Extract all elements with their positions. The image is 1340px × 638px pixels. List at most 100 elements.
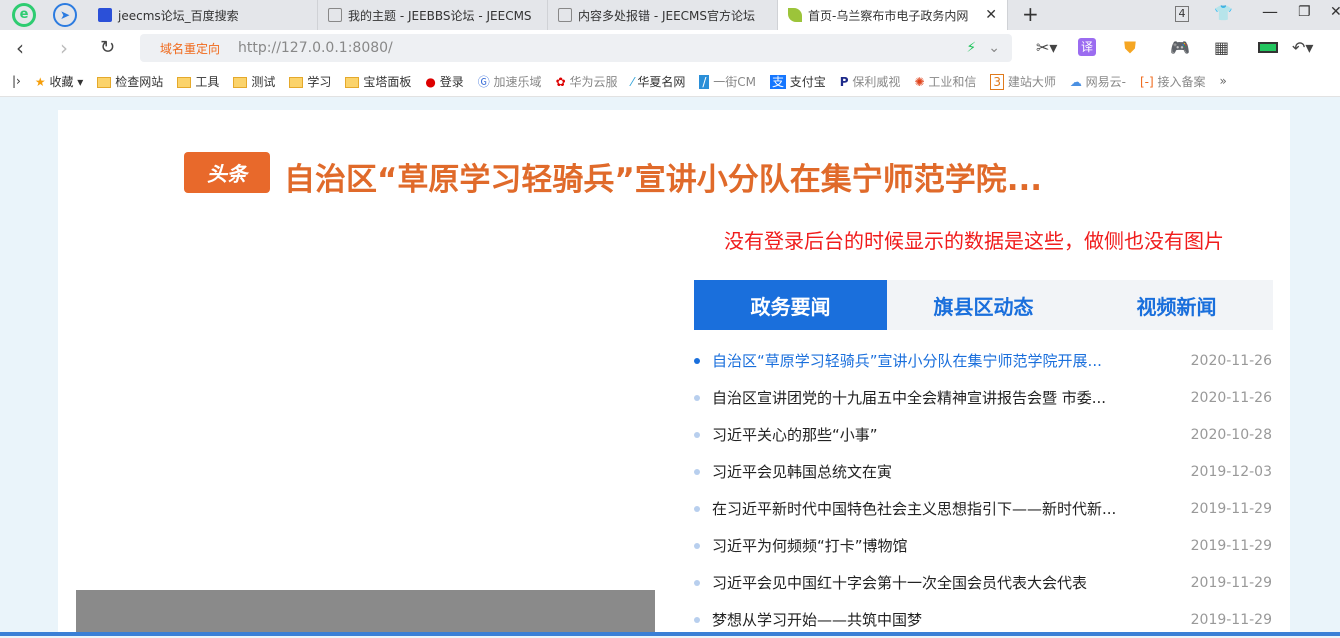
list-item[interactable]: 在习近平新时代中国特色社会主义思想指引下——新时代新... 2019-11-29 bbox=[694, 490, 1274, 527]
bookmark-item[interactable]: 支 支付宝 bbox=[769, 73, 826, 90]
bookmark-item[interactable]: ● 登录 bbox=[425, 73, 463, 90]
news-title[interactable]: 习近平会见韩国总统文在寅 bbox=[712, 461, 1152, 482]
news-date: 2020-11-26 bbox=[1190, 389, 1272, 406]
folder-icon bbox=[345, 76, 360, 88]
bookmark-item[interactable]: 宝塔面板 bbox=[345, 73, 411, 90]
news-title[interactable]: 自治区“草原学习轻骑兵”宣讲小分队在集宁师范学院开展... bbox=[712, 350, 1152, 371]
bookmark-label: 收藏 bbox=[49, 74, 74, 89]
bookmark-item[interactable]: ☁ 网易云- bbox=[1070, 73, 1126, 90]
site-icon: [-] bbox=[1140, 74, 1154, 89]
bookmark-item[interactable]: / 一街CM bbox=[699, 73, 756, 90]
huawei-icon: ✿ bbox=[555, 74, 566, 89]
folder-icon bbox=[289, 76, 304, 88]
bookmark-item[interactable]: 学习 bbox=[289, 73, 331, 90]
list-item[interactable]: 习近平会见韩国总统文在寅 2019-12-03 bbox=[694, 453, 1274, 490]
news-date: 2019-11-29 bbox=[1190, 611, 1272, 628]
list-item[interactable]: 习近平会见中国红十字会第十一次全国会员代表大会代表 2019-11-29 bbox=[694, 564, 1274, 601]
bookmark-favorites[interactable]: ★ 收藏 ▾ bbox=[35, 73, 83, 90]
url-text[interactable]: http://127.0.0.1:8080/ bbox=[238, 40, 393, 56]
minimize-button[interactable]: — bbox=[1262, 2, 1278, 21]
apps-grid-icon[interactable]: ▦ bbox=[1214, 38, 1229, 57]
bookmark-label: 网易云- bbox=[1085, 74, 1126, 89]
news-title[interactable]: 自治区宣讲团党的十九届五中全会精神宣讲报告会暨 市委... bbox=[712, 387, 1152, 408]
list-item[interactable]: 自治区“草原学习轻骑兵”宣讲小分队在集宁师范学院开展... 2020-11-26 bbox=[694, 342, 1274, 379]
lightning-icon[interactable]: ⚡ bbox=[966, 40, 976, 56]
news-date: 2020-11-26 bbox=[1190, 352, 1272, 369]
news-date: 2019-11-29 bbox=[1190, 574, 1272, 591]
scissors-icon[interactable]: ✂▾ bbox=[1036, 38, 1057, 57]
battery-icon[interactable] bbox=[1258, 42, 1278, 53]
redirect-label: 域名重定向 bbox=[160, 41, 221, 56]
browser-tab-bar: e ➤ jeecms论坛_百度搜索 我的主题 - JEEBBS论坛 - JEEC… bbox=[0, 0, 1340, 30]
restore-button[interactable]: ❐ bbox=[1298, 4, 1311, 20]
list-item[interactable]: 自治区宣讲团党的十九届五中全会精神宣讲报告会暨 市委... 2020-11-26 bbox=[694, 379, 1274, 416]
shield-icon[interactable]: ⛊ bbox=[1124, 38, 1136, 58]
news-title[interactable]: 习近平为何频频“打卡”博物馆 bbox=[712, 535, 1152, 556]
tab-count[interactable]: 4 bbox=[1175, 6, 1189, 22]
bookmark-item[interactable]: Ⓖ 加速乐域 bbox=[478, 73, 542, 90]
bookmark-item[interactable]: ⁄ 华夏名网 bbox=[631, 73, 685, 90]
bookmark-label: 学习 bbox=[307, 74, 332, 89]
bullet-icon bbox=[694, 542, 700, 549]
news-title[interactable]: 梦想从学习开始——共筑中国梦 bbox=[712, 609, 1152, 630]
news-title[interactable]: 习近平关心的那些“小事” bbox=[712, 424, 1152, 445]
sidebar-toggle-icon[interactable]: |› bbox=[12, 74, 21, 88]
close-button[interactable]: ✕ bbox=[1330, 4, 1340, 20]
news-tabs: 政务要闻 旗县区动态 视频新闻 bbox=[694, 280, 1273, 330]
bullet-icon bbox=[694, 357, 700, 364]
bookmark-label: 加速乐域 bbox=[493, 74, 542, 89]
bookmark-item[interactable]: 工具 bbox=[177, 73, 219, 90]
news-title[interactable]: 在习近平新时代中国特色社会主义思想指引下——新时代新... bbox=[712, 498, 1152, 519]
tab-active[interactable]: 首页-乌兰察布市电子政务内网 ✕ bbox=[778, 0, 1008, 30]
tab-video-news[interactable]: 视频新闻 bbox=[1080, 280, 1273, 330]
leaf-icon bbox=[788, 8, 802, 22]
navigate-icon[interactable]: ➤ bbox=[53, 3, 77, 27]
close-tab-icon[interactable]: ✕ bbox=[985, 7, 997, 23]
bookmark-item[interactable]: 测试 bbox=[233, 73, 275, 90]
chevron-down-icon[interactable]: ⌄ bbox=[988, 40, 1000, 56]
list-item[interactable]: 习近平为何频频“打卡”博物馆 2019-11-29 bbox=[694, 527, 1274, 564]
site-icon: ⁄ bbox=[631, 74, 634, 89]
bullet-icon bbox=[694, 579, 700, 586]
bookmark-item[interactable]: 检查网站 bbox=[97, 73, 163, 90]
news-date: 2019-11-29 bbox=[1190, 537, 1272, 554]
tab-jeecms[interactable]: 内容多处报错 - JEECMS官方论坛 bbox=[548, 0, 778, 30]
star-icon: ★ bbox=[34, 74, 46, 89]
game-icon[interactable]: 🎮 bbox=[1170, 38, 1190, 57]
skin-icon[interactable]: 👕 bbox=[1214, 4, 1233, 22]
translate-icon[interactable]: 译 bbox=[1078, 38, 1096, 56]
list-item[interactable]: 习近平关心的那些“小事” 2020-10-28 bbox=[694, 416, 1274, 453]
reload-button[interactable]: ↻ bbox=[100, 37, 115, 58]
new-tab-button[interactable]: + bbox=[1022, 2, 1039, 26]
more-bookmarks-button[interactable]: » bbox=[1220, 74, 1227, 88]
news-title[interactable]: 习近平会见中国红十字会第十一次全国会员代表大会代表 bbox=[712, 572, 1152, 593]
bookmark-item[interactable]: ✿ 华为云服 bbox=[556, 73, 618, 90]
forward-button[interactable]: › bbox=[60, 36, 68, 60]
page-icon bbox=[558, 8, 572, 22]
bookmark-label: 华夏名网 bbox=[637, 74, 686, 89]
bookmark-item[interactable]: [-] 接入备案 bbox=[1140, 73, 1206, 90]
tab-baidu[interactable]: jeecms论坛_百度搜索 bbox=[88, 0, 318, 30]
headline-link[interactable]: 自治区“草原学习轻骑兵”宣讲小分队在集宁师范学院... bbox=[284, 154, 1042, 199]
bookmark-item[interactable]: ✺ 工业和信 bbox=[914, 73, 976, 90]
bookmark-label: 一街CM bbox=[713, 74, 756, 89]
browser-logo-icon[interactable]: e bbox=[12, 3, 36, 27]
back-button[interactable]: ‹ bbox=[16, 36, 24, 60]
bookmark-item[interactable]: P 保利威视 bbox=[840, 73, 901, 90]
bookmark-label: 建站大师 bbox=[1007, 74, 1056, 89]
tab-government-news[interactable]: 政务要闻 bbox=[694, 280, 887, 330]
bookmark-label: 华为云服 bbox=[569, 74, 618, 89]
alipay-icon: 支 bbox=[769, 74, 786, 89]
tab-jeebbs[interactable]: 我的主题 - JEEBBS论坛 - JEECMS bbox=[318, 0, 548, 30]
folder-icon bbox=[233, 76, 248, 88]
site-icon: / bbox=[699, 74, 710, 89]
tab-county-news[interactable]: 旗县区动态 bbox=[887, 280, 1080, 330]
address-bar[interactable]: 域名重定向 http://127.0.0.1:8080/ ⚡ ⌄ bbox=[140, 34, 1012, 62]
news-date: 2019-12-03 bbox=[1190, 463, 1272, 480]
page-icon bbox=[328, 8, 342, 22]
bullet-icon bbox=[694, 431, 700, 438]
bookmark-label: 保利威视 bbox=[852, 74, 901, 89]
bookmark-item[interactable]: 3 建站大师 bbox=[990, 73, 1056, 90]
undo-icon[interactable]: ↶▾ bbox=[1292, 38, 1313, 57]
tab-label: jeecms论坛_百度搜索 bbox=[118, 8, 239, 23]
